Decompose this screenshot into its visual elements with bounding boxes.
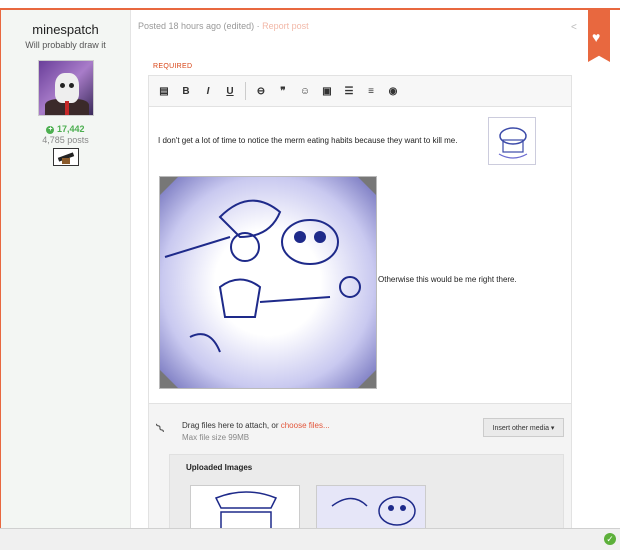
- rank-badge-icon: [52, 148, 79, 166]
- inline-sketch-image[interactable]: [159, 176, 377, 389]
- report-post-link[interactable]: Report post: [262, 21, 309, 31]
- author-panel: minespatch Will probably draw it + 17,44…: [1, 10, 131, 528]
- uploaded-image-thumb[interactable]: [316, 485, 426, 528]
- drag-files-text: Drag files here to attach, or choose fil…: [182, 421, 330, 430]
- uploaded-images-title: Uploaded Images: [186, 463, 253, 472]
- post-frame: minespatch Will probably draw it + 17,44…: [0, 8, 620, 528]
- post-editor[interactable]: I don't get a lot of time to notice the …: [148, 107, 572, 403]
- editor-text-line: I don't get a lot of time to notice the …: [158, 136, 458, 145]
- max-file-size: Max file size 99MB: [182, 433, 250, 442]
- post-date: Posted 18 hours ago (edited): [138, 21, 255, 31]
- plus-icon: +: [46, 125, 55, 134]
- attachment-dropzone[interactable]: ⌇ Drag files here to attach, or choose f…: [148, 403, 572, 528]
- uploaded-images-panel: Uploaded Images: [169, 454, 564, 528]
- bold-button[interactable]: B: [175, 81, 197, 101]
- paperclip-icon: ⌇: [152, 419, 168, 437]
- editor-toolbar: ▤ B I U ⊖ ❞ ☺ ▣ ☰ ≡ ◉: [148, 75, 572, 107]
- insert-other-media-button[interactable]: Insert other media ▾: [483, 418, 564, 437]
- required-label: REQUIRED: [153, 63, 193, 70]
- source-icon[interactable]: ▤: [153, 81, 175, 101]
- author-name[interactable]: minespatch: [1, 22, 130, 37]
- emoji-icon[interactable]: ☺: [294, 81, 316, 101]
- inline-image-small[interactable]: [488, 117, 536, 165]
- editor-text-line: Otherwise this would be me right there.: [378, 275, 517, 284]
- link-icon[interactable]: ⊖: [250, 81, 272, 101]
- post-meta: Posted 18 hours ago (edited) · Report po…: [138, 21, 309, 31]
- toolbar-divider: [245, 82, 246, 100]
- bullet-list-icon[interactable]: ☰: [338, 81, 360, 101]
- numbered-list-icon[interactable]: ≡: [360, 81, 382, 101]
- checkmark-icon: ✓: [604, 533, 616, 545]
- choose-files-link[interactable]: choose files...: [281, 421, 330, 430]
- avatar[interactable]: [37, 60, 94, 116]
- quote-icon[interactable]: ❞: [272, 81, 294, 101]
- italic-button[interactable]: I: [197, 81, 219, 101]
- image-icon[interactable]: ▣: [316, 81, 338, 101]
- preview-icon[interactable]: ◉: [382, 81, 404, 101]
- reputation-count: + 17,442: [46, 124, 85, 134]
- underline-button[interactable]: U: [219, 81, 241, 101]
- like-flag-button[interactable]: ♥: [588, 10, 610, 62]
- share-icon[interactable]: <: [571, 22, 577, 33]
- uploaded-image-thumb[interactable]: [190, 485, 300, 528]
- heart-icon: ♥: [592, 29, 601, 45]
- author-title: Will probably draw it: [25, 40, 106, 50]
- browser-status-bar: ✓: [0, 528, 620, 550]
- post-count: 4,785 posts: [42, 135, 89, 145]
